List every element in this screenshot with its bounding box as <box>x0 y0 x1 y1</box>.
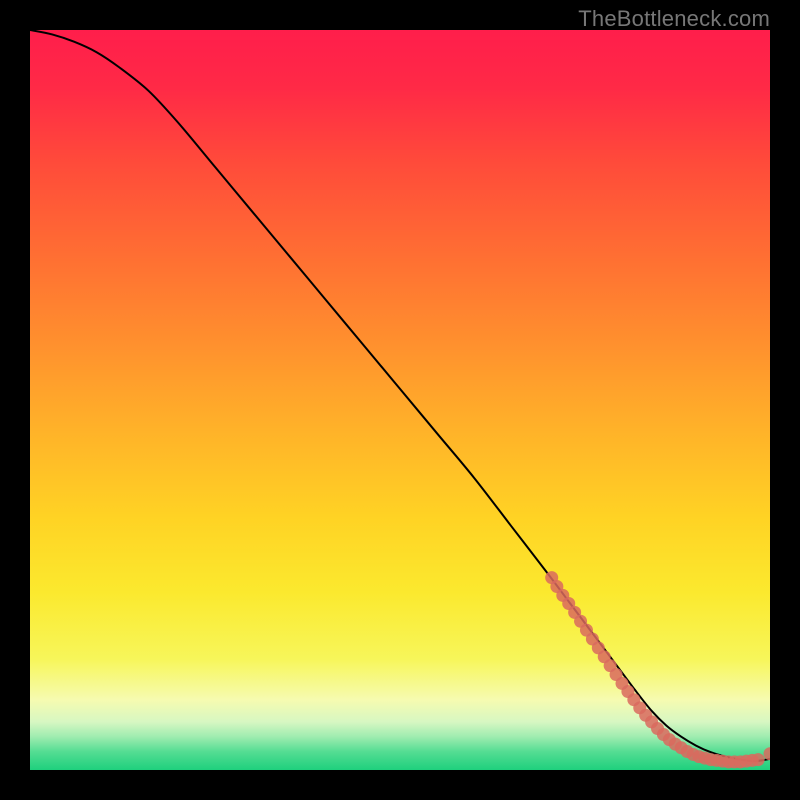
plot-area <box>30 30 770 770</box>
chart-svg <box>30 30 770 770</box>
scatter-point <box>752 753 765 766</box>
watermark-text: TheBottleneck.com <box>578 6 770 32</box>
chart-background <box>30 30 770 770</box>
chart-stage: TheBottleneck.com <box>0 0 800 800</box>
